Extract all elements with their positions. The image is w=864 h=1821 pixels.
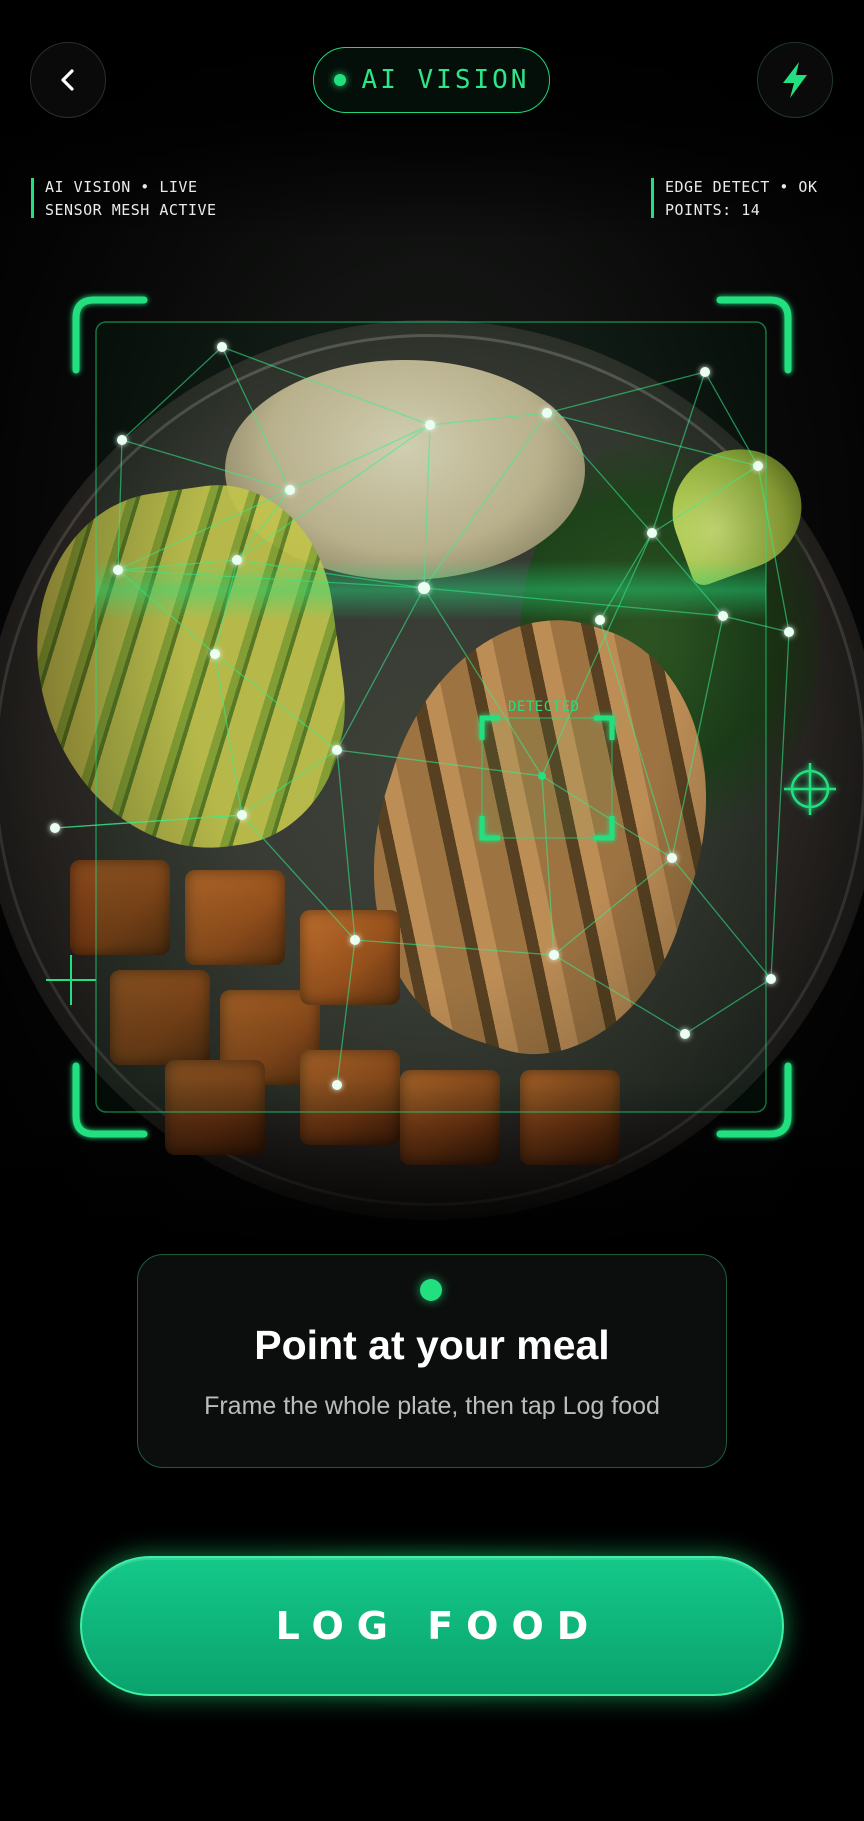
mesh-point [237,810,247,820]
mesh-point [332,1080,342,1090]
mesh-point [766,974,776,984]
lightning-bolt-icon [783,62,807,98]
mesh-point [542,408,552,418]
crosshair-small-icon [46,955,96,1005]
mesh-point [210,649,220,659]
hud-right-line2: POINTS: 14 [665,201,761,219]
mesh-point [595,615,605,625]
mesh-point [117,435,127,445]
hud-status-right: EDGE DETECT • OK POINTS: 14 [651,176,818,222]
back-button[interactable] [30,42,106,118]
detection-label: DETECTED [508,699,580,715]
mesh-point [285,485,295,495]
mesh-point [700,367,710,377]
instruction-subtitle: Frame the whole plate, then tap Log food [204,1392,660,1420]
live-dot-icon [333,74,346,86]
detection-box [479,715,615,841]
mesh-point [753,461,763,471]
flash-button[interactable] [757,42,833,118]
mesh-point [113,565,123,575]
mesh-point [425,420,435,430]
mesh-point [217,342,227,352]
hud-status-left: AI VISION • LIVE SENSOR MESH ACTIVE [31,176,217,222]
hud-right-line1: EDGE DETECT • OK [665,178,818,196]
crosshair-icon [784,763,836,815]
mesh-point [784,627,794,637]
instruction-title: Point at your meal [254,1322,610,1368]
mesh-point [680,1029,690,1039]
mesh-point [332,745,342,755]
mesh-point [418,582,430,594]
status-dot-icon [420,1279,442,1301]
hud-left-line1: AI VISION • LIVE [45,178,198,196]
log-food-label: LOG FOOD [275,1604,602,1648]
log-food-button[interactable]: LOG FOOD [80,1556,784,1696]
mesh-point [350,935,360,945]
mesh-point [667,853,677,863]
mesh-point [647,528,657,538]
chevron-left-icon [61,69,74,91]
hud-left-line2: SENSOR MESH ACTIVE [45,201,217,219]
mesh-point [232,555,242,565]
mode-label: AI VISION [361,65,530,95]
ai-vision-mode-pill[interactable]: AI VISION [313,47,550,113]
scan-frame [95,321,767,1113]
mesh-point [50,823,60,833]
mesh-point [718,611,728,621]
mesh-point [549,950,559,960]
